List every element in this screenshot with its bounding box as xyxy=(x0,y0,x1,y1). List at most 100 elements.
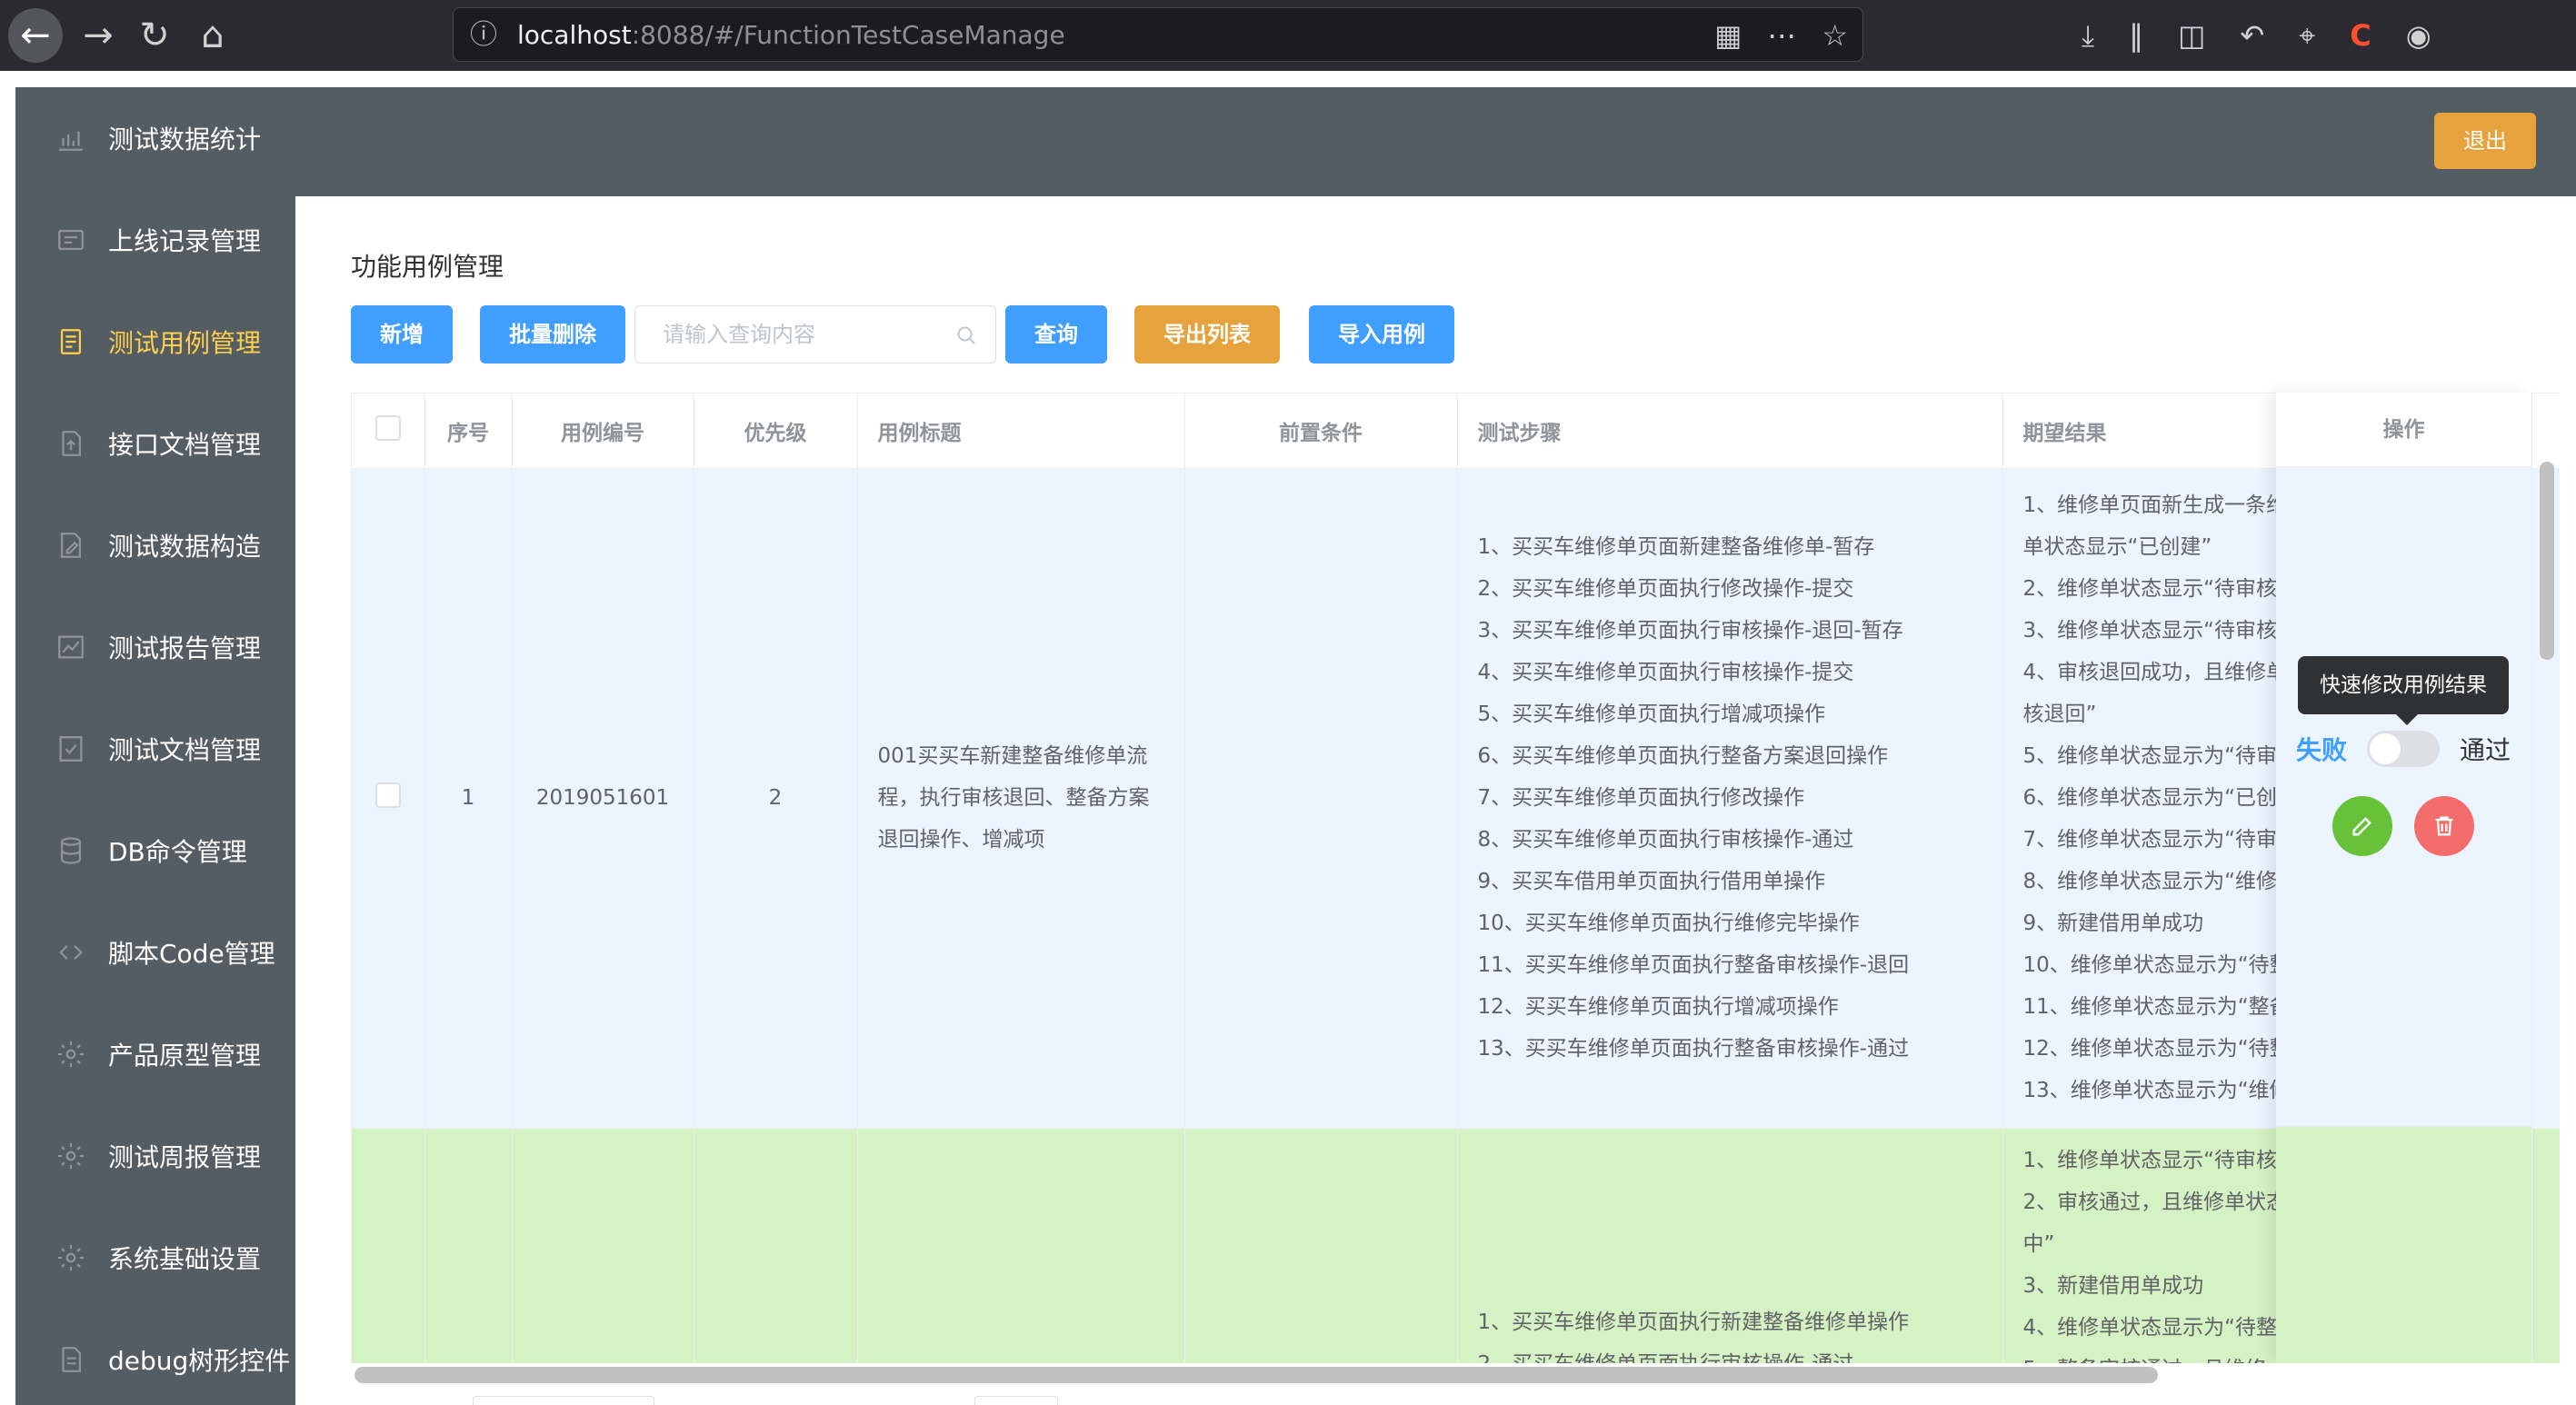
sidebar-item-label: 测试周报管理 xyxy=(108,1142,262,1172)
library-icon[interactable]: ‖ xyxy=(2129,18,2143,53)
bookmark-star-icon[interactable]: ☆ xyxy=(1822,18,1848,53)
url-text[interactable]: localhost:8088/#/FunctionTestCaseManage xyxy=(517,8,1065,63)
sidebar-item-db-commands[interactable]: DB命令管理 xyxy=(15,800,295,902)
pencil-icon xyxy=(2352,817,2371,836)
crop-icon[interactable]: ⌖ xyxy=(2299,18,2315,54)
reload-icon[interactable]: ↻ xyxy=(127,8,182,63)
sidebar-item-system-settings[interactable]: 系统基础设置 xyxy=(15,1207,295,1309)
cell-case-no xyxy=(512,1128,694,1363)
column-header-precondition[interactable]: 前置条件 xyxy=(1184,394,1458,469)
info-icon[interactable]: ⓘ xyxy=(470,8,497,63)
vertical-scrollbar[interactable] xyxy=(2540,462,2554,660)
sidebar-item-api-docs[interactable]: 接口文档管理 xyxy=(15,393,295,494)
cell-index xyxy=(424,1128,513,1363)
step-line: 2、买买车维修单页面执行修改操作-提交 xyxy=(1477,577,1854,601)
column-header-index[interactable]: 序号 xyxy=(424,394,513,469)
edit-button[interactable] xyxy=(2332,796,2392,856)
address-bar[interactable]: ⓘ localhost:8088/#/FunctionTestCaseManag… xyxy=(453,7,1863,62)
sidebar-item-label: 测试用例管理 xyxy=(108,328,262,358)
cell-steps: 1、买买车维修单页面执行新建整备维修单操作 2、买买车维修单页面执行审核操作-通… xyxy=(1457,1128,2003,1363)
result-toggle-switch[interactable] xyxy=(2367,731,2441,767)
cell-steps: 1、买买车维修单页面新建整备维修单-暂存 2、买买车维修单页面执行修改操作-提交… xyxy=(1457,468,2003,1129)
query-button[interactable]: 查询 xyxy=(1005,305,1107,364)
step-line: 12、买买车维修单页面执行增减项操作 xyxy=(1477,995,1839,1019)
sidebar-item-test-data-build[interactable]: 测试数据构造 xyxy=(15,494,295,596)
browser-toolbar: ← → ↻ ⌂ ⓘ localhost:8088/#/FunctionTestC… xyxy=(0,0,2576,71)
cell-index: 1 xyxy=(424,468,513,1129)
step-line: 4、买买车维修单页面执行审核操作-提交 xyxy=(1477,661,1854,684)
horizontal-scrollbar[interactable] xyxy=(354,1367,2158,1383)
result-pass-label[interactable]: 通过 xyxy=(2460,731,2511,767)
pagination-jump-input[interactable] xyxy=(974,1396,1058,1405)
sidebar-item-test-docs[interactable]: 测试文档管理 xyxy=(15,698,295,800)
sidebar-item-script-code[interactable]: 脚本Code管理 xyxy=(15,902,295,1003)
table-row[interactable]: 1、买买车维修单页面执行新建整备维修单操作 2、买买车维修单页面执行审核操作-通… xyxy=(352,1128,2560,1363)
sidebar-item-test-data-stats[interactable]: 测试数据统计 xyxy=(15,87,295,189)
delete-button[interactable] xyxy=(2414,796,2474,856)
cell-priority xyxy=(694,1128,858,1363)
extension-c-icon[interactable]: C xyxy=(2350,18,2371,53)
gear-icon xyxy=(55,1039,86,1070)
search-icon[interactable] xyxy=(955,324,977,346)
column-header-case-no[interactable]: 用例编号 xyxy=(512,394,694,469)
account-icon[interactable]: ◉ xyxy=(2406,18,2431,53)
sidebar-item-release-records[interactable]: 上线记录管理 xyxy=(15,189,295,291)
step-line: 3、买买车维修单页面执行审核操作-退回-暂存 xyxy=(1477,619,1903,643)
row-checkbox[interactable] xyxy=(374,782,401,808)
sidebar-item-test-cases[interactable]: 测试用例管理 xyxy=(15,291,295,393)
more-options-icon[interactable]: ⋯ xyxy=(1767,18,1796,53)
column-header-steps[interactable]: 测试步骤 xyxy=(1457,394,2003,469)
home-icon[interactable]: ⌂ xyxy=(185,8,240,63)
sidebar-item-debug-tree[interactable]: debug树形控件 xyxy=(15,1309,295,1405)
step-line: 10、买买车维修单页面执行维修完毕操作 xyxy=(1477,912,1860,935)
document-icon xyxy=(55,1344,86,1375)
test-case-table: 序号 用例编号 优先级 用例标题 前置条件 测试步骤 期望结果 1 201905… xyxy=(351,393,2560,1363)
step-line: 6、买买车维修单页面执行整备方案退回操作 xyxy=(1477,744,1889,768)
back-arrow-icon[interactable]: ← xyxy=(8,8,63,63)
sidebar-item-product-prototype[interactable]: 产品原型管理 xyxy=(15,1003,295,1105)
sidebar-item-test-reports[interactable]: 测试报告管理 xyxy=(15,596,295,698)
step-line: 1、买买车维修单页面执行新建整备维修单操作 xyxy=(1477,1310,1910,1334)
sidebar-item-label: DB命令管理 xyxy=(108,837,247,867)
step-line: 5、买买车维修单页面执行增减项操作 xyxy=(1477,702,1826,726)
add-button[interactable]: 新增 xyxy=(351,305,453,364)
logout-button[interactable]: 退出 xyxy=(2434,113,2536,169)
toolbar: 新增 批量删除 查询 导出列表 导入用例 xyxy=(351,305,1454,364)
sidebar-item-label: 系统基础设置 xyxy=(108,1244,262,1274)
sidebar-item-weekly-reports[interactable]: 测试周报管理 xyxy=(15,1105,295,1207)
upload-doc-icon xyxy=(55,428,86,459)
top-header: 退出 xyxy=(295,87,2576,196)
column-header-priority[interactable]: 优先级 xyxy=(694,394,858,469)
forward-arrow-icon[interactable]: → xyxy=(71,8,125,63)
pagination-size-select[interactable] xyxy=(473,1396,654,1405)
sidebar-item-label: 脚本Code管理 xyxy=(108,939,275,969)
search-box xyxy=(634,305,996,364)
page-title: 功能用例管理 xyxy=(351,252,504,282)
export-list-button[interactable]: 导出列表 xyxy=(1134,305,1280,364)
batch-delete-button[interactable]: 批量删除 xyxy=(480,305,625,364)
operation-cell: 失败 通过 xyxy=(2276,467,2532,1127)
undo-icon[interactable]: ↶ xyxy=(2240,18,2264,53)
edit-doc-icon xyxy=(55,530,86,561)
table-header-row: 序号 用例编号 优先级 用例标题 前置条件 测试步骤 期望结果 xyxy=(352,394,2560,469)
sidebar-item-label: 测试文档管理 xyxy=(108,735,262,765)
qr-code-icon[interactable]: ▦ xyxy=(1714,18,1742,53)
step-line: 8、买买车维修单页面执行审核操作-通过 xyxy=(1477,828,1854,852)
step-line: 13、买买车维修单页面执行整备审核操作-通过 xyxy=(1477,1037,1910,1061)
import-cases-button[interactable]: 导入用例 xyxy=(1309,305,1454,364)
table-row[interactable]: 1 2019051601 2 001买买车新建整备维修单流程，执行审核退回、整备… xyxy=(352,468,2560,1129)
cell-case-title xyxy=(857,1128,1185,1363)
row-select-cell xyxy=(352,1128,425,1363)
step-line: 9、买买车借用单页面执行借用单操作 xyxy=(1477,870,1826,893)
column-header-operation: 操作 xyxy=(2276,393,2532,467)
step-line: 1、买买车维修单页面新建整备维修单-暂存 xyxy=(1477,535,1875,559)
select-all-checkbox[interactable] xyxy=(374,414,401,441)
result-fail-label[interactable]: 失败 xyxy=(2296,731,2347,767)
step-line: 7、买买车维修单页面执行修改操作 xyxy=(1477,786,1805,810)
reader-view-icon[interactable]: ◫ xyxy=(2178,18,2205,53)
sidebar-item-label: debug树形控件 xyxy=(108,1346,291,1376)
search-input[interactable] xyxy=(635,306,995,363)
column-header-case-title[interactable]: 用例标题 xyxy=(857,394,1185,469)
download-icon[interactable]: ⤓ xyxy=(2082,18,2094,54)
gear-icon xyxy=(55,1242,86,1273)
